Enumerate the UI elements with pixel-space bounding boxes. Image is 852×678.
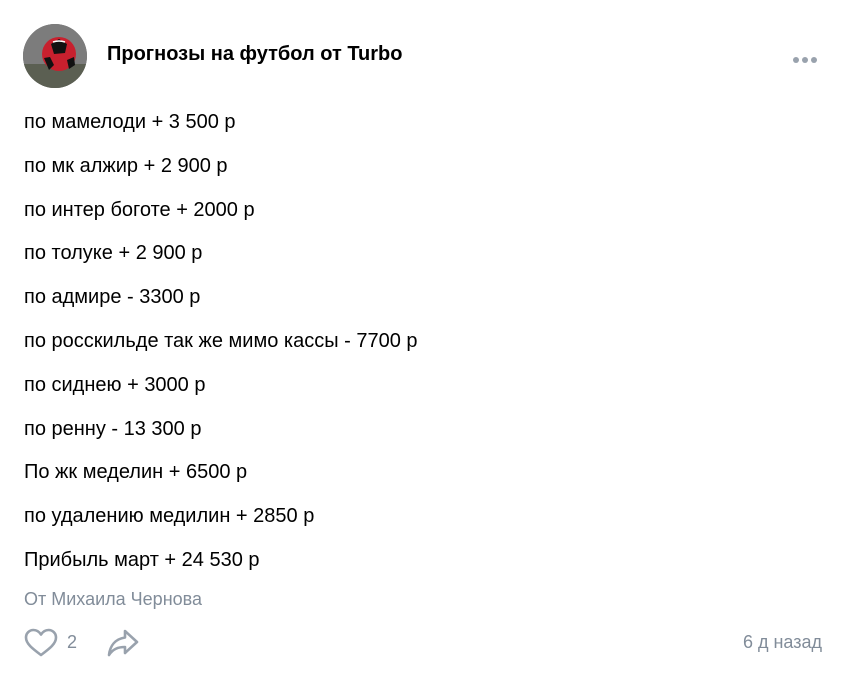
post-line: по интер боготе + 2000 р [24,198,255,221]
post-line: по удалению медилин + 2850 р [24,505,315,528]
post-line: По жк меделин + 6500 р [24,461,248,484]
share-button[interactable] [106,628,140,663]
post-line: по мк алжир + 2 900 р [24,154,228,177]
post-text: по мамелоди + 3 500 р по мк алжир + 2 90… [24,108,418,590]
post-line: по толуке + 2 900 р [24,242,203,265]
post-line: по ренну - 13 300 р [24,417,202,440]
author-name[interactable]: Прогнозы на футбол от Turbo [107,43,402,66]
soccer-ball-avatar-icon [23,24,87,88]
post-signature[interactable]: От Михаила Чернова [24,589,202,610]
post-line: по адмире - 3300 р [24,286,201,309]
post-line: по росскильде так же мимо кассы - 7700 р [24,329,418,352]
post-line: по сиднею + 3000 р [24,373,206,396]
author-avatar[interactable] [23,24,87,88]
share-arrow-icon [107,629,139,657]
dot [802,57,808,63]
dot [793,57,799,63]
dot [811,57,817,63]
like-count: 2 [67,632,78,652]
heart-outline-icon [24,628,58,657]
post-time[interactable]: 6 д назад [743,632,822,653]
post-card: Прогнозы на футбол от Turbo по мамелоди … [0,0,852,678]
post-line: Прибыль март + 24 530 р [24,548,260,571]
more-icon[interactable] [793,50,823,63]
post-header: Прогнозы на футбол от Turbo [23,24,823,88]
post-line: по мамелоди + 3 500 р [24,111,236,133]
